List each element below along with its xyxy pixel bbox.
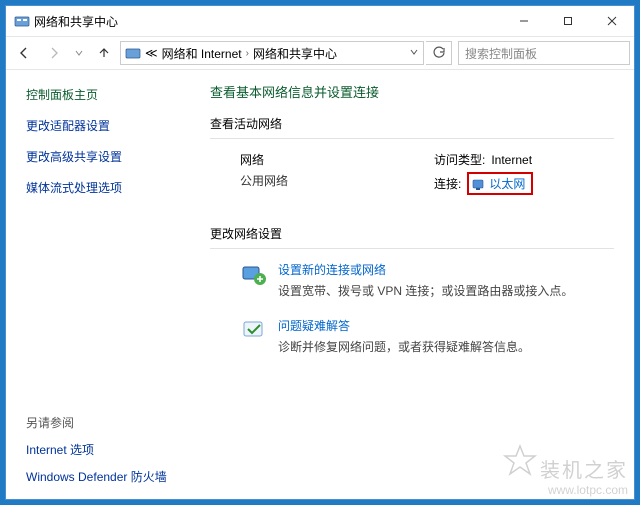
content-area: 控制面板主页 更改适配器设置 更改高级共享设置 媒体流式处理选项 另请参阅 In… [6, 70, 634, 499]
see-also-heading: 另请参阅 [26, 414, 167, 431]
address-dropdown-icon[interactable] [409, 47, 419, 60]
address-bar: ≪ 网络和 Internet › 网络和共享中心 搜索控制面板 [6, 36, 634, 70]
see-also-internet-options[interactable]: Internet 选项 [26, 441, 167, 458]
window-buttons [502, 7, 634, 35]
access-type-value: Internet [491, 153, 532, 167]
network-name: 网络 [240, 151, 414, 168]
sidebar-item-adapter-settings[interactable]: 更改适配器设置 [26, 117, 192, 134]
change-settings-label: 更改网络设置 [210, 225, 614, 242]
action-troubleshoot[interactable]: 问题疑难解答 诊断并修复网络问题，或者获得疑难解答信息。 [210, 317, 614, 355]
network-info: 网络 公用网络 [240, 151, 414, 199]
connection-row: 连接: 以太网 [434, 172, 614, 195]
troubleshoot-icon [240, 317, 268, 345]
action-title[interactable]: 设置新的连接或网络 [278, 261, 573, 278]
breadcrumb-level1[interactable]: 网络和 Internet [162, 45, 242, 62]
up-button[interactable] [90, 39, 118, 67]
back-button[interactable] [10, 39, 38, 67]
search-input[interactable]: 搜索控制面板 [458, 41, 630, 65]
breadcrumb-sep-icon: › [246, 48, 249, 59]
breadcrumb-root[interactable]: ≪ [145, 46, 158, 60]
sidebar-item-media-streaming[interactable]: 媒体流式处理选项 [26, 179, 192, 196]
sidebar-item-advanced-sharing[interactable]: 更改高级共享设置 [26, 148, 192, 165]
history-dropdown[interactable] [70, 39, 88, 67]
control-panel-icon [14, 13, 30, 29]
see-also-defender-firewall[interactable]: Windows Defender 防火墙 [26, 468, 167, 485]
highlight-box: 以太网 [467, 172, 533, 195]
sidebar-heading[interactable]: 控制面板主页 [26, 86, 192, 103]
action-desc: 诊断并修复网络问题，或者获得疑难解答信息。 [278, 338, 530, 355]
action-new-connection[interactable]: 设置新的连接或网络 设置宽带、拨号或 VPN 连接；或设置路由器或接入点。 [210, 261, 614, 299]
main-panel: 查看基本网络信息并设置连接 查看活动网络 网络 公用网络 访问类型: Inter… [192, 70, 634, 499]
action-title[interactable]: 问题疑难解答 [278, 317, 530, 334]
action-text: 问题疑难解答 诊断并修复网络问题，或者获得疑难解答信息。 [278, 317, 530, 355]
change-settings-section: 更改网络设置 设置新的连接或网络 设置宽带、拨号或 VPN 连接；或设置路由器或… [210, 225, 614, 355]
minimize-button[interactable] [502, 7, 546, 35]
active-networks-label: 查看活动网络 [210, 115, 614, 132]
window-title: 网络和共享中心 [30, 13, 502, 30]
titlebar: 网络和共享中心 [6, 6, 634, 36]
network-type: 公用网络 [240, 172, 414, 189]
window: 网络和共享中心 [5, 5, 635, 500]
location-icon [125, 45, 141, 61]
see-also: 另请参阅 Internet 选项 Windows Defender 防火墙 [26, 414, 167, 485]
action-desc: 设置宽带、拨号或 VPN 连接；或设置路由器或接入点。 [278, 282, 573, 299]
divider [210, 248, 614, 249]
ethernet-icon [471, 177, 485, 191]
forward-button[interactable] [40, 39, 68, 67]
network-details: 访问类型: Internet 连接: 以太网 [434, 151, 614, 199]
close-button[interactable] [590, 7, 634, 35]
search-placeholder: 搜索控制面板 [465, 45, 537, 62]
refresh-button[interactable] [426, 41, 452, 65]
breadcrumb-level2[interactable]: 网络和共享中心 [253, 45, 337, 62]
active-network: 网络 公用网络 访问类型: Internet 连接: 以太 [210, 151, 614, 199]
divider [210, 138, 614, 139]
action-text: 设置新的连接或网络 设置宽带、拨号或 VPN 连接；或设置路由器或接入点。 [278, 261, 573, 299]
page-title: 查看基本网络信息并设置连接 [210, 82, 614, 101]
sidebar: 控制面板主页 更改适配器设置 更改高级共享设置 媒体流式处理选项 另请参阅 In… [6, 70, 192, 499]
connection-link[interactable]: 以太网 [489, 175, 525, 192]
new-connection-icon [240, 261, 268, 289]
connection-label: 连接: [434, 175, 461, 192]
address-field[interactable]: ≪ 网络和 Internet › 网络和共享中心 [120, 41, 424, 65]
access-type-label: 访问类型: [434, 151, 485, 168]
maximize-button[interactable] [546, 7, 590, 35]
access-type-row: 访问类型: Internet [434, 151, 614, 168]
